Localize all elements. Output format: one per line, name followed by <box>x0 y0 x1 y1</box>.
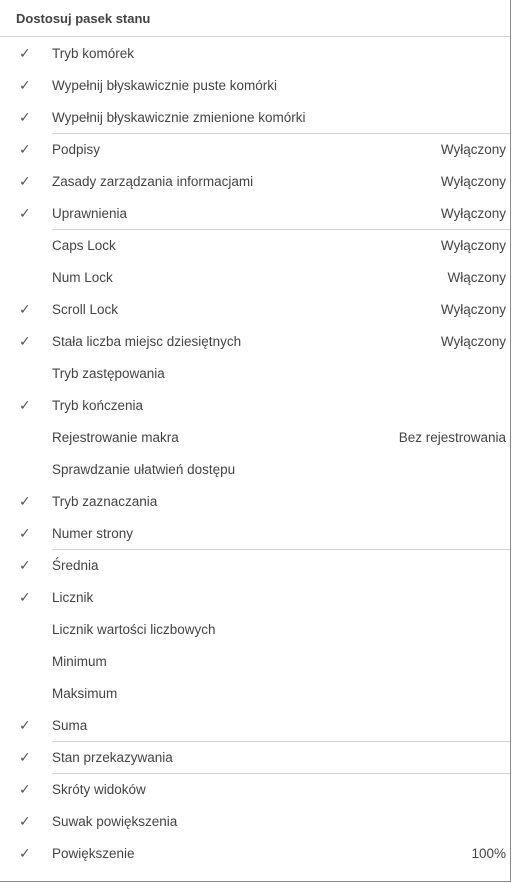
menu-item-value: Wyłączony <box>440 237 506 253</box>
menu-item-maximum[interactable]: ✓ Maksimum <box>0 677 510 709</box>
menu-item-cell-mode[interactable]: ✓ Tryb komórek <box>0 37 510 69</box>
menu-item-value: Wyłączony <box>440 173 506 189</box>
checkmark-icon: ✓ <box>19 556 31 573</box>
menu-item-label: Wypełnij błyskawicznie puste komórki <box>52 77 277 93</box>
menu-item-end-mode[interactable]: ✓ Tryb kończenia <box>0 389 510 421</box>
checkmark-icon: ✓ <box>19 332 31 349</box>
checkmark-icon: ✓ <box>19 300 31 317</box>
menu-item-fixed-decimal[interactable]: ✓ Stała liczba miejsc dziesiętnych Wyłąc… <box>0 325 510 357</box>
menu-item-selection-mode[interactable]: ✓ Tryb zaznaczania <box>0 485 510 517</box>
menu-item-label: Stan przekazywania <box>52 749 173 765</box>
menu-item-signatures[interactable]: ✓ Podpisy Wyłączony <box>0 133 510 165</box>
menu-item-permissions[interactable]: ✓ Uprawnienia Wyłączony <box>0 197 510 230</box>
checkmark-icon: ✓ <box>19 172 31 189</box>
menu-item-label: Scroll Lock <box>52 301 119 317</box>
checkmark-icon: ✓ <box>19 76 31 93</box>
menu-item-value: Wyłączony <box>440 141 506 157</box>
menu-item-label: Tryb kończenia <box>52 397 144 413</box>
menu-item-average[interactable]: ✓ Średnia <box>0 549 510 581</box>
menu-item-value: Wyłączony <box>440 301 506 317</box>
menu-item-numerical-count[interactable]: ✓ Licznik wartości liczbowych <box>0 613 510 645</box>
menu-item-accessibility-checker[interactable]: ✓ Sprawdzanie ułatwień dostępu <box>0 453 510 485</box>
menu-title: Dostosuj pasek stanu <box>0 0 510 37</box>
menu-item-value: Bez rejestrowania <box>398 429 506 445</box>
menu-item-count[interactable]: ✓ Licznik <box>0 581 510 613</box>
menu-item-label: Uprawnienia <box>52 205 128 221</box>
menu-item-label: Licznik <box>52 589 94 605</box>
checkmark-icon: ✓ <box>19 204 31 221</box>
menu-item-zoom-slider[interactable]: ✓ Suwak powiększenia <box>0 805 510 837</box>
menu-item-label: Stała liczba miejsc dziesiętnych <box>52 333 242 349</box>
menu-item-label: Tryb zaznaczania <box>52 493 158 509</box>
menu-item-num-lock[interactable]: ✓ Num Lock Włączony <box>0 261 510 293</box>
checkmark-icon: ✓ <box>19 44 31 61</box>
menu-item-label: Podpisy <box>52 141 101 157</box>
menu-item-label: Tryb komórek <box>52 45 135 61</box>
menu-item-label: Powiększenie <box>52 845 135 861</box>
checkmark-icon: ✓ <box>19 748 31 765</box>
checkmark-icon: ✓ <box>19 588 31 605</box>
menu-item-flash-fill-blank[interactable]: ✓ Wypełnij błyskawicznie puste komórki <box>0 69 510 101</box>
checkmark-icon: ✓ <box>19 780 31 797</box>
checkmark-icon: ✓ <box>19 140 31 157</box>
menu-item-label: Maksimum <box>52 685 118 701</box>
menu-item-label: Średnia <box>52 557 99 573</box>
menu-item-flash-fill-changed[interactable]: ✓ Wypełnij błyskawicznie zmienione komór… <box>0 101 510 134</box>
menu-item-label: Licznik wartości liczbowych <box>52 621 216 637</box>
menu-item-page-number[interactable]: ✓ Numer strony <box>0 517 510 550</box>
menu-item-value: Wyłączony <box>440 205 506 221</box>
menu-item-caps-lock[interactable]: ✓ Caps Lock Wyłączony <box>0 229 510 261</box>
menu-item-label: Sprawdzanie ułatwień dostępu <box>52 461 236 477</box>
menu-item-label: Skróty widoków <box>52 781 146 797</box>
menu-item-value: Włączony <box>447 269 506 285</box>
menu-item-label: Caps Lock <box>52 237 116 253</box>
checkmark-icon: ✓ <box>19 396 31 413</box>
menu-item-scroll-lock[interactable]: ✓ Scroll Lock Wyłączony <box>0 293 510 325</box>
menu-item-macro-recording[interactable]: ✓ Rejestrowanie makra Bez rejestrowania <box>0 421 510 453</box>
menu-item-label: Minimum <box>52 653 107 669</box>
menu-item-label: Wypełnij błyskawicznie zmienione komórki <box>52 109 306 125</box>
menu-item-label: Zasady zarządzania informacjami <box>52 173 254 189</box>
menu-item-value: Wyłączony <box>440 333 506 349</box>
menu-item-upload-status[interactable]: ✓ Stan przekazywania <box>0 741 510 774</box>
menu-item-label: Suma <box>52 717 88 733</box>
checkmark-icon: ✓ <box>19 108 31 125</box>
menu-item-info-management-policy[interactable]: ✓ Zasady zarządzania informacjami Wyłącz… <box>0 165 510 197</box>
checkmark-icon: ✓ <box>19 524 31 541</box>
menu-item-label: Suwak powiększenia <box>52 813 178 829</box>
menu-item-label: Rejestrowanie makra <box>52 429 179 445</box>
menu-item-zoom[interactable]: ✓ Powiększenie 100% <box>0 837 510 869</box>
menu-item-label: Num Lock <box>52 269 113 285</box>
menu-item-label: Tryb zastępowania <box>52 365 165 381</box>
menu-item-minimum[interactable]: ✓ Minimum <box>0 645 510 677</box>
checkmark-icon: ✓ <box>19 716 31 733</box>
menu-item-value: 100% <box>471 845 506 861</box>
menu-item-sum[interactable]: ✓ Suma <box>0 709 510 742</box>
checkmark-icon: ✓ <box>19 812 31 829</box>
menu-item-overtype-mode[interactable]: ✓ Tryb zastępowania <box>0 357 510 389</box>
checkmark-icon: ✓ <box>19 844 31 861</box>
menu-item-label: Numer strony <box>52 525 134 541</box>
status-bar-customize-menu: Dostosuj pasek stanu ✓ Tryb komórek ✓ Wy… <box>0 0 511 882</box>
menu-item-view-shortcuts[interactable]: ✓ Skróty widoków <box>0 773 510 805</box>
checkmark-icon: ✓ <box>19 492 31 509</box>
